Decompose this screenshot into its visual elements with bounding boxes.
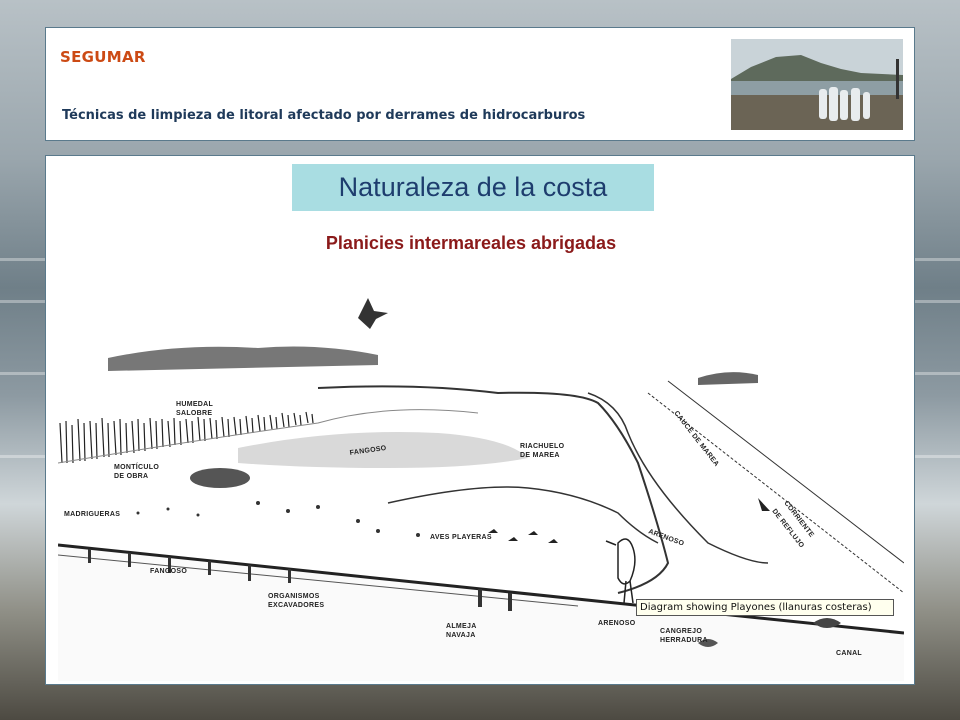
label-fangoso-bottom: FANGOSO	[150, 568, 187, 575]
current-arrow	[758, 498, 770, 511]
sediment-mound	[190, 468, 250, 488]
label-arenoso-bottom: ARENOSO	[598, 620, 636, 627]
label-riachuelo: RIACHUELO	[520, 443, 565, 450]
label-de-marea: DE MAREA	[520, 452, 560, 459]
diagram-tooltip: Diagram showing Playones (llanuras coste…	[636, 599, 894, 616]
label-humedal: HUMEDAL	[176, 401, 214, 408]
tidal-channel	[317, 385, 670, 594]
label-almeja: ALMEJA	[446, 623, 477, 630]
label-salobre: SALOBRE	[176, 410, 212, 417]
header-panel: SEGUMAR Técnicas de limpieza de litoral …	[45, 27, 915, 141]
label-monticulo: MONTÍCULO	[114, 462, 159, 471]
label-madrigueras: MADRIGUERAS	[64, 511, 120, 518]
main-panel: Naturaleza de la costa Planicies interma…	[45, 155, 915, 685]
label-excavadores: EXCAVADORES	[268, 602, 324, 609]
cleanup-photo	[731, 39, 903, 130]
bird-in-flight	[358, 298, 388, 329]
burrows	[136, 501, 420, 537]
slide-title: Naturaleza de la costa	[338, 172, 608, 202]
slide-title-box: Naturaleza de la costa	[292, 164, 654, 211]
label-canal: CANAL	[836, 650, 862, 657]
label-arenoso-mid: ARENOSO	[647, 528, 685, 547]
brand-title: SEGUMAR	[60, 48, 146, 66]
header-subtitle: Técnicas de limpieza de litoral afectado…	[62, 108, 586, 123]
shoreline	[667, 380, 905, 564]
label-organismos: ORGANISMOS	[268, 593, 320, 600]
coastal-diagram: HUMEDAL SALOBRE FANGOSO RIACHUELO DE MAR…	[57, 263, 905, 681]
distant-vegetation	[108, 346, 378, 371]
label-de-obra: DE OBRA	[114, 473, 148, 480]
label-navaja: NAVAJA	[446, 632, 476, 639]
creek	[387, 486, 659, 544]
distant-island	[698, 372, 758, 385]
section-title: Planicies intermareales abrigadas	[325, 233, 617, 253]
label-aves: AVES PLAYERAS	[430, 534, 492, 541]
shorebirds	[488, 529, 558, 543]
label-herradura: HERRADURA	[660, 637, 708, 644]
label-cauce: CAUCE DE MAREA	[672, 410, 720, 468]
label-cangrejo: CANGREJO	[660, 628, 702, 635]
